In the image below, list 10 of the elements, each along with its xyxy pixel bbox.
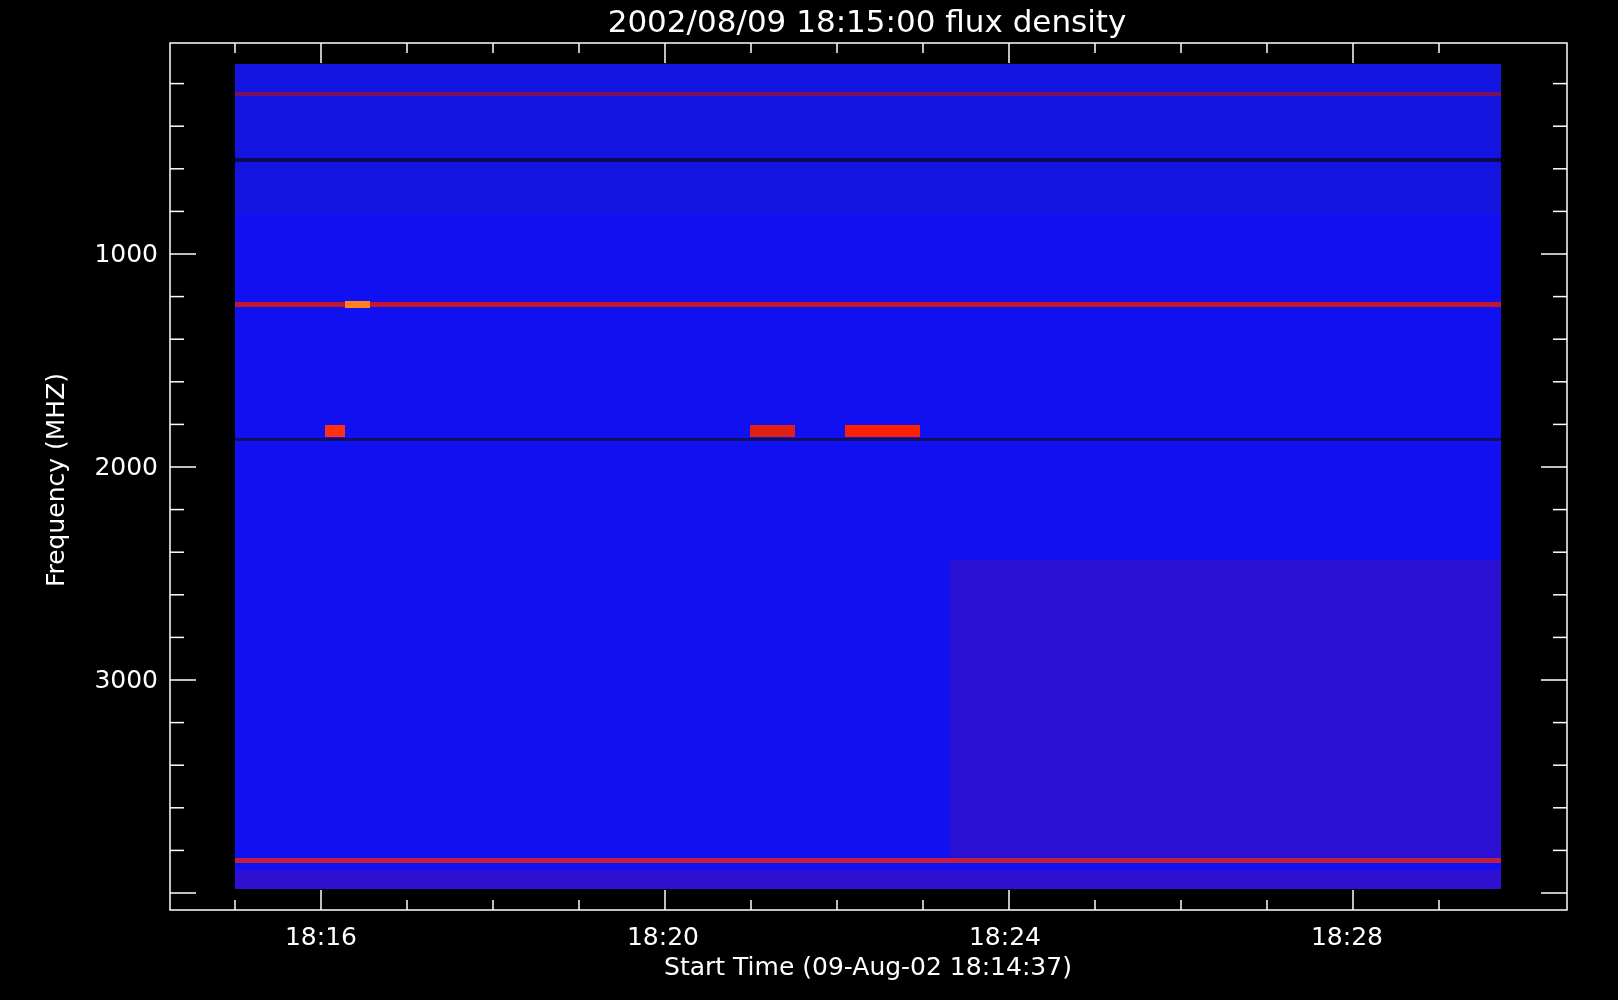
x-tick-label: 18:20	[627, 922, 699, 951]
y-tick-label: 3000	[94, 665, 158, 694]
x-tick-label: 18:28	[1311, 922, 1383, 951]
y-tick-label: 2000	[94, 452, 158, 481]
plot-title: 2002/08/09 18:15:00 flux density	[607, 3, 1127, 39]
x-tick-label: 18:24	[969, 922, 1041, 951]
y-tick-label: 1000	[94, 239, 158, 268]
x-tick-label: 18:16	[285, 922, 357, 951]
y-axis-label: Frequency (MHZ)	[41, 372, 70, 588]
x-axis-label: Start Time (09-Aug-02 18:14:37)	[664, 952, 1072, 981]
